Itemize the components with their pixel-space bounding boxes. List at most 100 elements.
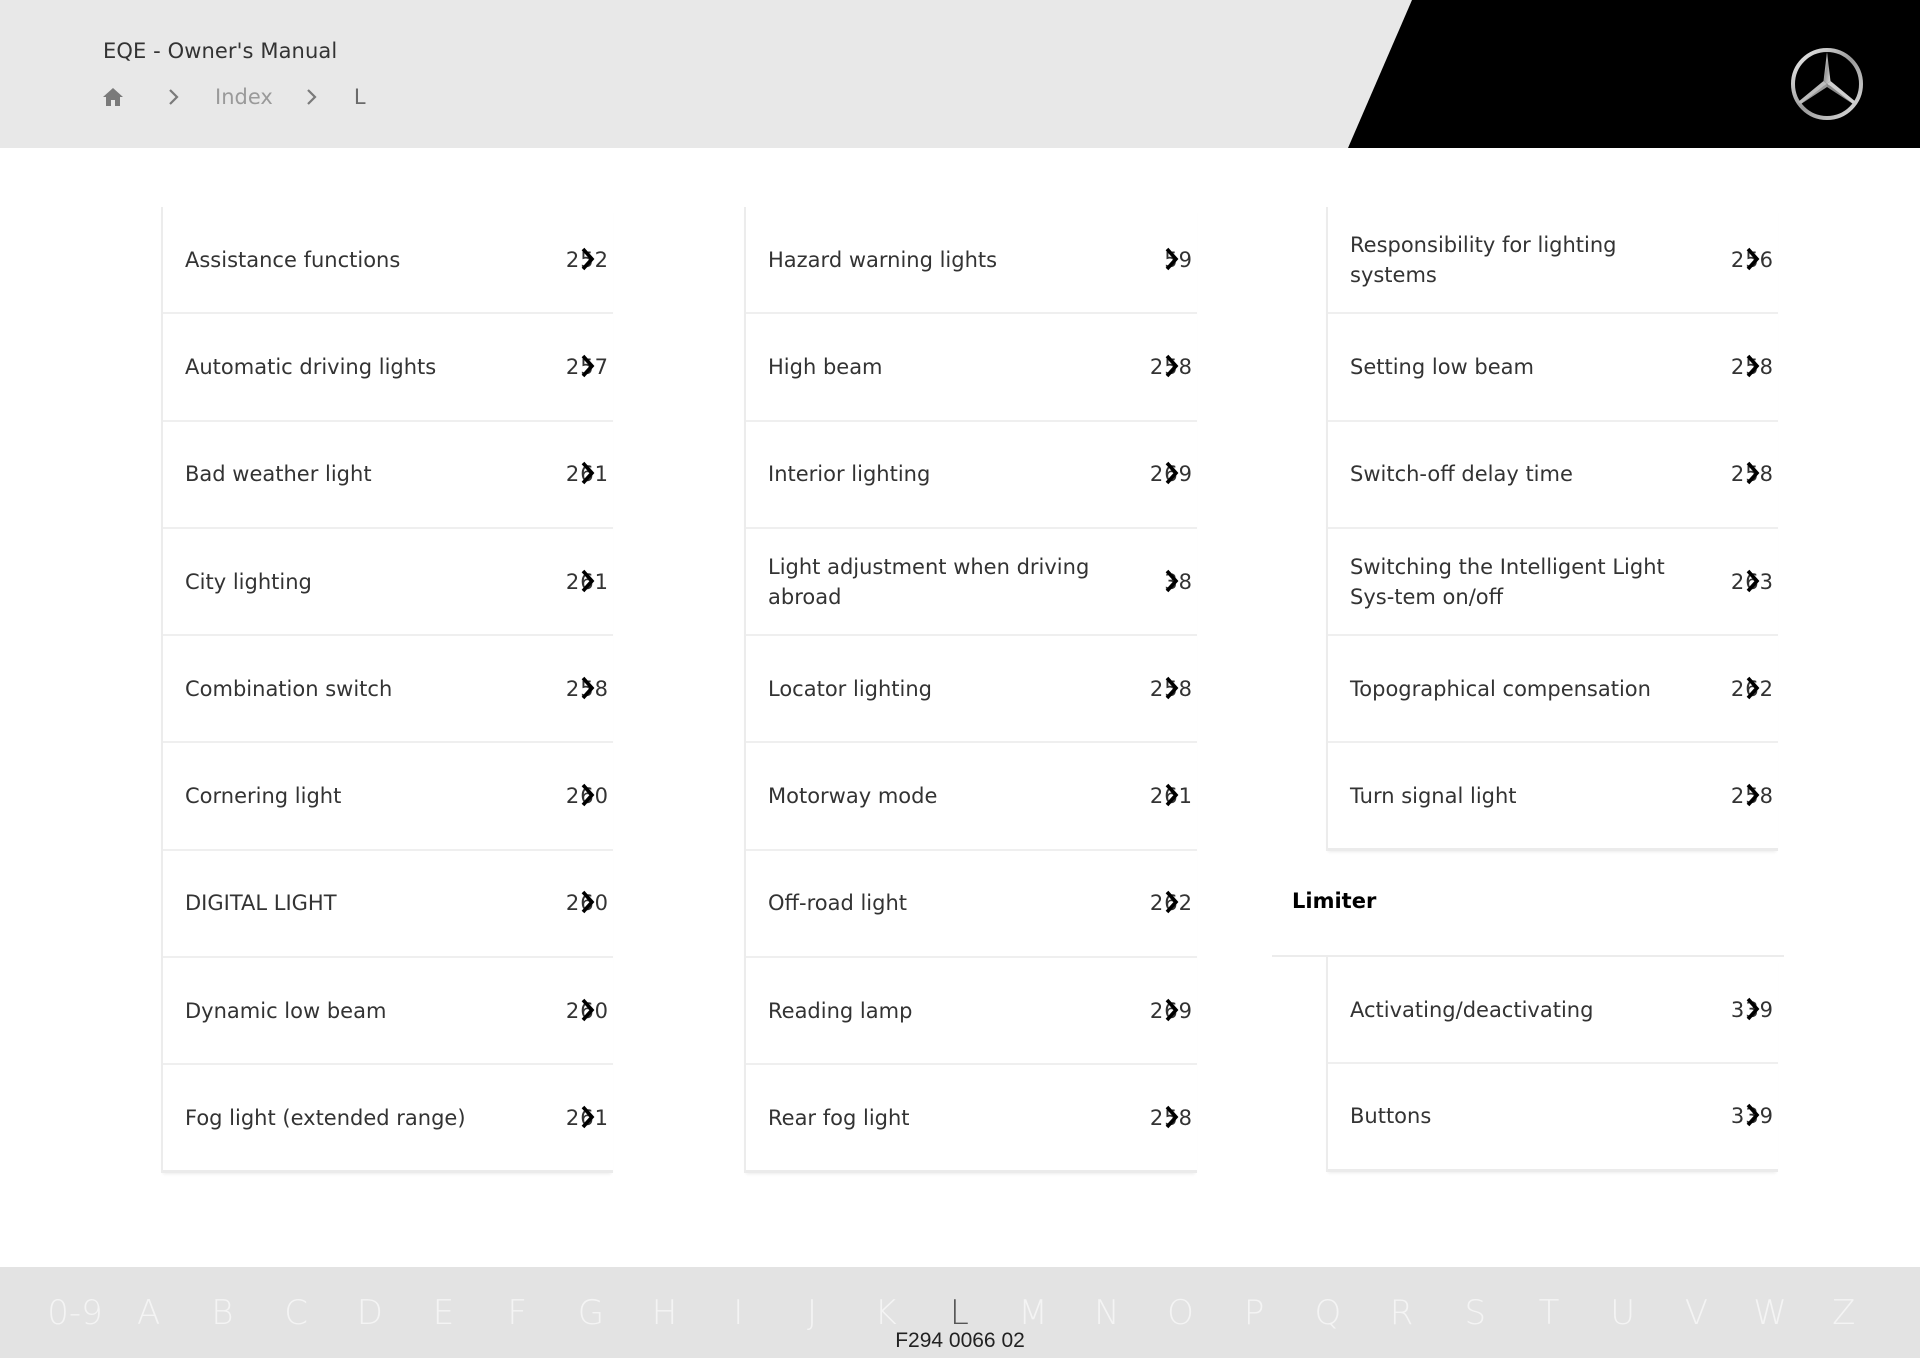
chevron-right-icon[interactable] bbox=[579, 246, 597, 272]
index-entry[interactable]: Activating/deactivating 339 bbox=[1328, 957, 1778, 1065]
index-entry[interactable]: Switch-off delay time 258 bbox=[1328, 422, 1778, 529]
index-entry-label: City lighting bbox=[185, 569, 312, 594]
index-entry[interactable]: Hazard warning lights 59 bbox=[746, 207, 1197, 315]
alphabet-letter-v[interactable]: V bbox=[1685, 1295, 1708, 1331]
chevron-right-icon bbox=[304, 87, 320, 107]
chevron-right-icon[interactable] bbox=[1163, 675, 1181, 701]
alphabet-letter-b[interactable]: B bbox=[211, 1295, 233, 1331]
chevron-right-icon[interactable] bbox=[579, 1104, 597, 1130]
index-column-2: Hazard warning lights 59 High beam 258 Inter… bbox=[744, 207, 1197, 1173]
index-entry[interactable]: DIGITAL LIGHT 260 bbox=[163, 851, 613, 959]
index-entry[interactable]: Automatic driving lights 257 bbox=[163, 314, 613, 422]
alphabet-letter-z[interactable]: Z bbox=[1832, 1295, 1855, 1331]
alphabet-letter-f[interactable]: F bbox=[507, 1295, 527, 1331]
index-entry[interactable]: Assistance functions 252 bbox=[163, 207, 613, 315]
header: EQE - Owner's Manual Index L bbox=[0, 0, 1920, 148]
index-entry[interactable]: Cornering light 260 bbox=[163, 743, 613, 851]
index-entry-label: Off-road light bbox=[768, 891, 908, 916]
chevron-right-icon[interactable] bbox=[1163, 782, 1181, 808]
index-entry-label: Rear fog light bbox=[768, 1105, 910, 1130]
alphabet-letter-o[interactable]: O bbox=[1167, 1295, 1194, 1331]
index-entry-label: Interior lighting bbox=[768, 462, 931, 487]
alphabet-letter-n[interactable]: N bbox=[1094, 1295, 1119, 1331]
index-list: Hazard warning lights 59 High beam 258 Inter… bbox=[744, 207, 1197, 1173]
index-entry[interactable]: Reading lamp 269 bbox=[746, 958, 1197, 1066]
index-entry[interactable]: Fog light (extended range) 261 bbox=[163, 1065, 613, 1173]
alphabet-letter-p[interactable]: P bbox=[1244, 1295, 1265, 1331]
chevron-right-icon[interactable] bbox=[1744, 675, 1762, 701]
alphabet-letter-u[interactable]: U bbox=[1610, 1295, 1635, 1331]
alphabet-letter-i[interactable]: I bbox=[733, 1295, 743, 1331]
alphabet-letter-w[interactable]: W bbox=[1753, 1295, 1787, 1331]
alphabet-letter-c[interactable]: C bbox=[284, 1295, 308, 1331]
chevron-right-icon[interactable] bbox=[1163, 889, 1181, 915]
section-heading-limiter: Limiter bbox=[1292, 889, 1377, 913]
alphabet-letter-q[interactable]: Q bbox=[1315, 1295, 1342, 1331]
chevron-right-icon[interactable] bbox=[579, 997, 597, 1023]
chevron-right-icon[interactable] bbox=[1163, 460, 1181, 486]
chevron-right-icon[interactable] bbox=[1163, 353, 1181, 379]
brand-block bbox=[1348, 0, 1920, 148]
chevron-right-icon[interactable] bbox=[1163, 1104, 1181, 1130]
index-entry[interactable]: High beam 258 bbox=[746, 314, 1197, 422]
index-entry[interactable]: Combination switch 258 bbox=[163, 636, 613, 744]
index-column-1: Assistance functions 252 Automatic driving… bbox=[161, 207, 613, 1173]
alphabet-letter-k[interactable]: K bbox=[875, 1295, 897, 1331]
chevron-right-icon[interactable] bbox=[1744, 568, 1762, 594]
alphabet-letter-l[interactable]: L bbox=[950, 1295, 969, 1331]
index-entry-label: Assistance functions bbox=[185, 247, 401, 272]
alphabet-letter-m[interactable]: M bbox=[1018, 1295, 1047, 1331]
index-entry[interactable]: Bad weather light 261 bbox=[163, 422, 613, 529]
chevron-right-icon bbox=[166, 87, 182, 107]
index-entry-label: Switch-off delay time bbox=[1350, 462, 1573, 487]
home-icon[interactable] bbox=[101, 86, 125, 108]
alphabet-letter-d[interactable]: D bbox=[357, 1295, 383, 1331]
chevron-right-icon[interactable] bbox=[579, 782, 597, 808]
chevron-right-icon[interactable] bbox=[1744, 246, 1762, 272]
index-entry[interactable]: Turn signal light 258 bbox=[1328, 743, 1778, 851]
index-entry[interactable]: Interior lighting 269 bbox=[746, 422, 1197, 529]
alphabet-letter-s[interactable]: S bbox=[1465, 1295, 1487, 1331]
chevron-right-icon[interactable] bbox=[1744, 353, 1762, 379]
index-entry[interactable]: Setting low beam 258 bbox=[1328, 314, 1778, 422]
index-entry-label: Setting low beam bbox=[1350, 354, 1534, 379]
chevron-right-icon[interactable] bbox=[579, 889, 597, 915]
document-code: F294 0066 02 bbox=[895, 1329, 1025, 1352]
chevron-right-icon[interactable] bbox=[579, 568, 597, 594]
index-entry-label: Hazard warning lights bbox=[768, 247, 998, 272]
alphabet-letter-0-9[interactable]: 0-9 bbox=[47, 1295, 103, 1331]
chevron-right-icon[interactable] bbox=[1163, 997, 1181, 1023]
index-entry[interactable]: Rear fog light 258 bbox=[746, 1065, 1197, 1173]
chevron-right-icon[interactable] bbox=[1163, 246, 1181, 272]
alphabet-letter-e[interactable]: E bbox=[433, 1295, 454, 1331]
index-entry[interactable]: Responsibility for lighting systems 256 bbox=[1328, 207, 1778, 315]
index-entry[interactable]: Switching the Intelligent Light Sys-tem … bbox=[1328, 529, 1778, 637]
index-entry[interactable]: Off-road light 262 bbox=[746, 851, 1197, 959]
chevron-right-icon[interactable] bbox=[1163, 568, 1181, 594]
index-entry[interactable]: Light adjustment when driving abroad 38 bbox=[746, 529, 1197, 637]
index-entry-label: Topographical compensation bbox=[1350, 676, 1651, 701]
index-entry-label: Switching the Intelligent Light Sys-tem … bbox=[1350, 554, 1665, 609]
index-entry[interactable]: Topographical compensation 262 bbox=[1328, 636, 1778, 744]
alphabet-letter-r[interactable]: R bbox=[1390, 1295, 1414, 1331]
chevron-right-icon[interactable] bbox=[579, 675, 597, 701]
breadcrumb-index-link[interactable]: Index bbox=[215, 85, 273, 109]
index-entry[interactable]: City lighting 261 bbox=[163, 529, 613, 637]
alphabet-letter-t[interactable]: T bbox=[1539, 1295, 1560, 1331]
alphabet-letter-j[interactable]: J bbox=[807, 1295, 817, 1331]
chevron-right-icon[interactable] bbox=[1744, 1102, 1762, 1128]
chevron-right-icon[interactable] bbox=[579, 460, 597, 486]
chevron-right-icon[interactable] bbox=[579, 353, 597, 379]
alphabet-letter-g[interactable]: G bbox=[578, 1295, 604, 1331]
index-entry[interactable]: Buttons 339 bbox=[1328, 1064, 1778, 1172]
chevron-right-icon[interactable] bbox=[1744, 460, 1762, 486]
chevron-right-icon[interactable] bbox=[1744, 996, 1762, 1022]
index-entry[interactable]: Dynamic low beam 260 bbox=[163, 958, 613, 1066]
alphabet-letter-h[interactable]: H bbox=[652, 1295, 678, 1331]
mercedes-star-logo[interactable] bbox=[1789, 46, 1865, 122]
index-entry-label: Turn signal light bbox=[1350, 783, 1517, 808]
index-entry[interactable]: Locator lighting 258 bbox=[746, 636, 1197, 744]
index-entry[interactable]: Motorway mode 261 bbox=[746, 743, 1197, 851]
alphabet-letter-a[interactable]: A bbox=[137, 1295, 160, 1331]
chevron-right-icon[interactable] bbox=[1744, 782, 1762, 808]
